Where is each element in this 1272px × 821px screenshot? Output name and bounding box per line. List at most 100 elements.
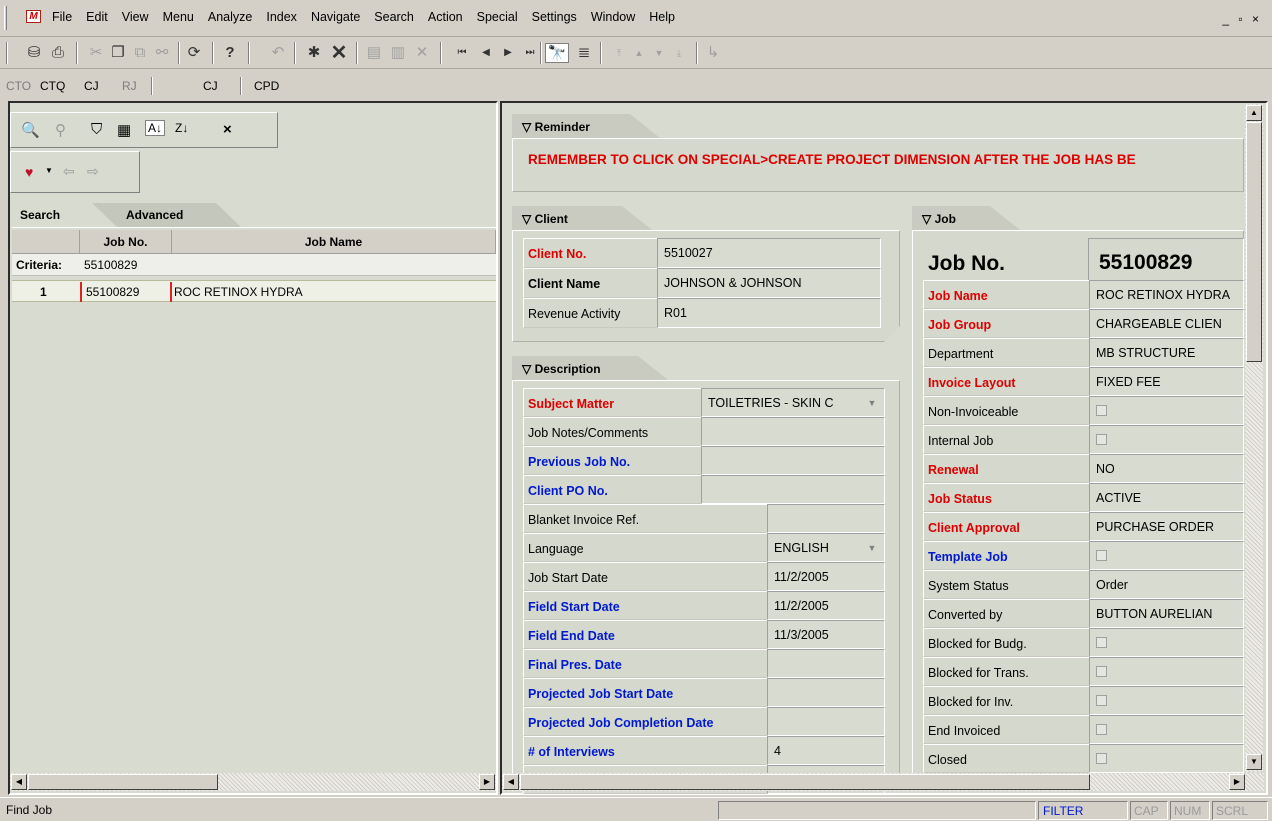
right-vertical-scrollbar[interactable]: ▲ ▼ bbox=[1245, 104, 1263, 772]
scroll-down-icon[interactable]: ▼ bbox=[1246, 754, 1262, 770]
mode-ctq[interactable]: CTQ bbox=[40, 79, 65, 93]
menu-help[interactable]: Help bbox=[642, 10, 682, 24]
find-new-icon[interactable]: 🔍 bbox=[21, 121, 40, 139]
link-icon[interactable]: ⚯ bbox=[152, 43, 172, 63]
field-start-date-field[interactable]: 11/2/2005 bbox=[767, 591, 885, 620]
menu-index[interactable]: Index bbox=[259, 10, 304, 24]
new-record-icon[interactable]: ✱ bbox=[304, 43, 324, 63]
converted-by-field[interactable]: BUTTON AURELIAN bbox=[1089, 599, 1244, 628]
tab-advanced[interactable]: Advanced bbox=[92, 203, 242, 228]
row-job-name[interactable]: ROC RETINOX HYDRA bbox=[174, 285, 303, 299]
language-field[interactable]: ENGLISH ▼ bbox=[767, 533, 885, 562]
field-end-date-field[interactable]: 11/3/2005 bbox=[767, 620, 885, 649]
menu-view[interactable]: View bbox=[115, 10, 156, 24]
right-horizontal-scrollbar[interactable]: ◀ ▶ bbox=[502, 773, 1264, 791]
menu-menu[interactable]: Menu bbox=[156, 10, 201, 24]
menu-search[interactable]: Search bbox=[367, 10, 421, 24]
client-name-field[interactable]: JOHNSON & JOHNSON bbox=[657, 268, 881, 298]
renewal-field[interactable]: NO bbox=[1089, 454, 1244, 483]
close-search-icon[interactable]: × bbox=[223, 121, 232, 138]
right-scroll-thumb[interactable] bbox=[1246, 122, 1262, 362]
revenue-activity-field[interactable]: R01 bbox=[657, 298, 881, 328]
move-down-icon[interactable]: ▼ bbox=[650, 43, 668, 63]
blocked-for-inv-checkbox[interactable] bbox=[1089, 686, 1244, 715]
database-icon[interactable]: ⛁ bbox=[24, 43, 44, 63]
menu-analyze[interactable]: Analyze bbox=[201, 10, 259, 24]
filter-icon[interactable]: ⛉ bbox=[91, 121, 102, 138]
blocked-for-trans-checkbox[interactable] bbox=[1089, 657, 1244, 686]
menu-window[interactable]: Window bbox=[584, 10, 642, 24]
non-invoiceable-checkbox[interactable] bbox=[1089, 396, 1244, 425]
projected-job-completion-date-field[interactable] bbox=[767, 707, 885, 736]
cancel-icon[interactable]: ✕ bbox=[412, 43, 432, 63]
find-options-icon[interactable]: ⚲ bbox=[55, 121, 66, 139]
checkbox-icon[interactable] bbox=[1096, 434, 1107, 445]
job-name-field[interactable]: ROC RETINOX HYDRA bbox=[1089, 280, 1244, 309]
jump-icon[interactable]: ↳ bbox=[704, 43, 722, 63]
projected-job-start-date-field[interactable] bbox=[767, 678, 885, 707]
column-header-job-name[interactable]: Job Name bbox=[172, 230, 496, 254]
criteria-job-no-input[interactable]: 55100829 bbox=[84, 258, 137, 272]
of-interviews-field[interactable]: 4 bbox=[767, 736, 885, 765]
refresh-icon[interactable]: ⟳ bbox=[184, 43, 204, 63]
last-record-icon[interactable]: ⏭ bbox=[520, 43, 540, 63]
delete-icon[interactable]: ✕ bbox=[328, 43, 350, 63]
client-no-field[interactable]: 5510027 bbox=[657, 238, 881, 268]
mode-rj[interactable]: RJ bbox=[122, 79, 137, 93]
move-top-icon[interactable]: ⤒ bbox=[610, 43, 628, 63]
find-binoculars-icon[interactable]: 🔭 bbox=[545, 43, 569, 63]
menu-edit[interactable]: Edit bbox=[79, 10, 115, 24]
column-header-job-no[interactable]: Job No. bbox=[80, 230, 172, 254]
checkbox-icon[interactable] bbox=[1096, 724, 1107, 735]
mode-cj[interactable]: CJ bbox=[84, 79, 99, 93]
checkbox-icon[interactable] bbox=[1096, 695, 1107, 706]
right-h-scroll-thumb[interactable] bbox=[520, 774, 1090, 790]
client-approval-field[interactable]: PURCHASE ORDER bbox=[1089, 512, 1244, 541]
print-icon[interactable]: ⎙ bbox=[48, 43, 68, 63]
previous-job-no-field[interactable] bbox=[701, 446, 885, 475]
forward-arrow-icon[interactable]: ⇨ bbox=[87, 163, 99, 180]
menu-settings[interactable]: Settings bbox=[525, 10, 584, 24]
checkbox-icon[interactable] bbox=[1096, 405, 1107, 416]
mode-cpd[interactable]: CPD bbox=[254, 79, 279, 93]
checkbox-icon[interactable] bbox=[1096, 666, 1107, 677]
blanket-invoice-ref-field[interactable] bbox=[767, 504, 885, 533]
left-horizontal-scrollbar[interactable]: ◀ ▶ bbox=[10, 773, 496, 791]
sort-ascending-icon[interactable]: A↓ bbox=[145, 120, 166, 136]
help-icon[interactable]: ? bbox=[220, 43, 240, 63]
end-invoiced-checkbox[interactable] bbox=[1089, 715, 1244, 744]
internal-job-checkbox[interactable] bbox=[1089, 425, 1244, 454]
mode-cto[interactable]: CTO bbox=[6, 79, 31, 93]
client-po-no-field[interactable] bbox=[701, 475, 885, 504]
sort-descending-icon[interactable]: Z↓ bbox=[175, 121, 188, 135]
table-row[interactable]: 1 55100829 ROC RETINOX HYDRA bbox=[12, 280, 496, 302]
checkbox-icon[interactable] bbox=[1096, 550, 1107, 561]
previous-record-icon[interactable]: ◀ bbox=[476, 43, 496, 63]
menu-file[interactable]: File bbox=[52, 10, 79, 24]
scroll-right-icon[interactable]: ▶ bbox=[1229, 774, 1245, 790]
table-icon[interactable]: ▦ bbox=[117, 121, 131, 139]
move-up-icon[interactable]: ▲ bbox=[630, 43, 648, 63]
scroll-up-icon[interactable]: ▲ bbox=[1246, 105, 1262, 121]
system-status-field[interactable]: Order bbox=[1089, 570, 1244, 599]
next-record-icon[interactable]: ▶ bbox=[498, 43, 518, 63]
undo-icon[interactable]: ↶ bbox=[268, 43, 288, 63]
search-list-icon[interactable]: ≣ bbox=[574, 43, 594, 63]
mode-cj-2[interactable]: CJ bbox=[203, 79, 218, 93]
menu-navigate[interactable]: Navigate bbox=[304, 10, 367, 24]
first-record-icon[interactable]: ⏮ bbox=[452, 43, 472, 63]
row-job-no[interactable]: 55100829 bbox=[80, 282, 172, 302]
scroll-left-icon[interactable]: ◀ bbox=[503, 774, 519, 790]
window-controls[interactable]: _ ▫ × bbox=[1222, 12, 1262, 26]
paste-icon[interactable]: ⧉ bbox=[130, 43, 150, 63]
invoice-layout-field[interactable]: FIXED FEE bbox=[1089, 367, 1244, 396]
move-bottom-icon[interactable]: ⤓ bbox=[670, 43, 688, 63]
checkbox-icon[interactable] bbox=[1096, 753, 1107, 764]
template-job-checkbox[interactable] bbox=[1089, 541, 1244, 570]
job-group-field[interactable]: CHARGEABLE CLIEN bbox=[1089, 309, 1244, 338]
left-scroll-thumb[interactable] bbox=[28, 774, 218, 790]
copy-icon[interactable]: ❐ bbox=[108, 43, 128, 63]
dropdown-arrow-icon[interactable]: ▼ bbox=[864, 540, 880, 556]
cut-icon[interactable]: ✂ bbox=[86, 43, 106, 63]
back-arrow-icon[interactable]: ⇦ bbox=[63, 163, 75, 180]
